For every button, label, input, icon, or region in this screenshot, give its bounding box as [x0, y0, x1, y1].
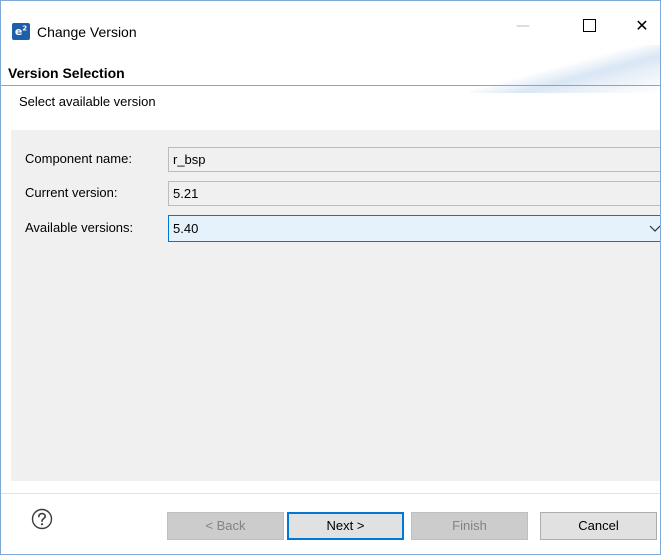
component-name-label: Component name: [25, 151, 132, 166]
available-versions-select[interactable]: 5.40 [168, 215, 660, 242]
close-button[interactable]: ✕ [620, 11, 660, 41]
minimize-button[interactable]: — [501, 11, 545, 41]
e2-studio-icon: e2 [12, 23, 30, 40]
page-title: Version Selection [8, 65, 125, 81]
footer-divider [1, 493, 660, 494]
change-version-dialog: e2 Change Version — ✕ Version Selection … [0, 0, 661, 555]
component-name-field: r_bsp [168, 147, 660, 172]
help-icon[interactable] [31, 508, 53, 530]
page-description: Select available version [19, 94, 156, 109]
current-version-label: Current version: [25, 185, 118, 200]
back-button[interactable]: < Back [167, 512, 284, 540]
maximize-button[interactable] [567, 11, 611, 41]
minimize-icon: — [516, 18, 530, 34]
close-icon: ✕ [635, 16, 649, 35]
cancel-button[interactable]: Cancel [540, 512, 657, 540]
next-button[interactable]: Next > [287, 512, 404, 540]
app-icon-superscript: 2 [22, 24, 28, 33]
available-versions-selected: 5.40 [173, 221, 199, 236]
chevron-down-icon [649, 225, 660, 232]
wizard-content: Component name: r_bsp Current version: 5… [11, 130, 660, 481]
available-versions-label: Available versions: [25, 220, 134, 235]
title-bar[interactable]: e2 Change Version — ✕ [1, 1, 660, 45]
header-divider [1, 85, 660, 86]
maximize-icon [582, 19, 596, 32]
current-version-field: 5.21 [168, 181, 660, 206]
wizard-header: Version Selection Select available versi… [1, 45, 660, 129]
window-title: Change Version [37, 24, 137, 40]
finish-button[interactable]: Finish [411, 512, 528, 540]
